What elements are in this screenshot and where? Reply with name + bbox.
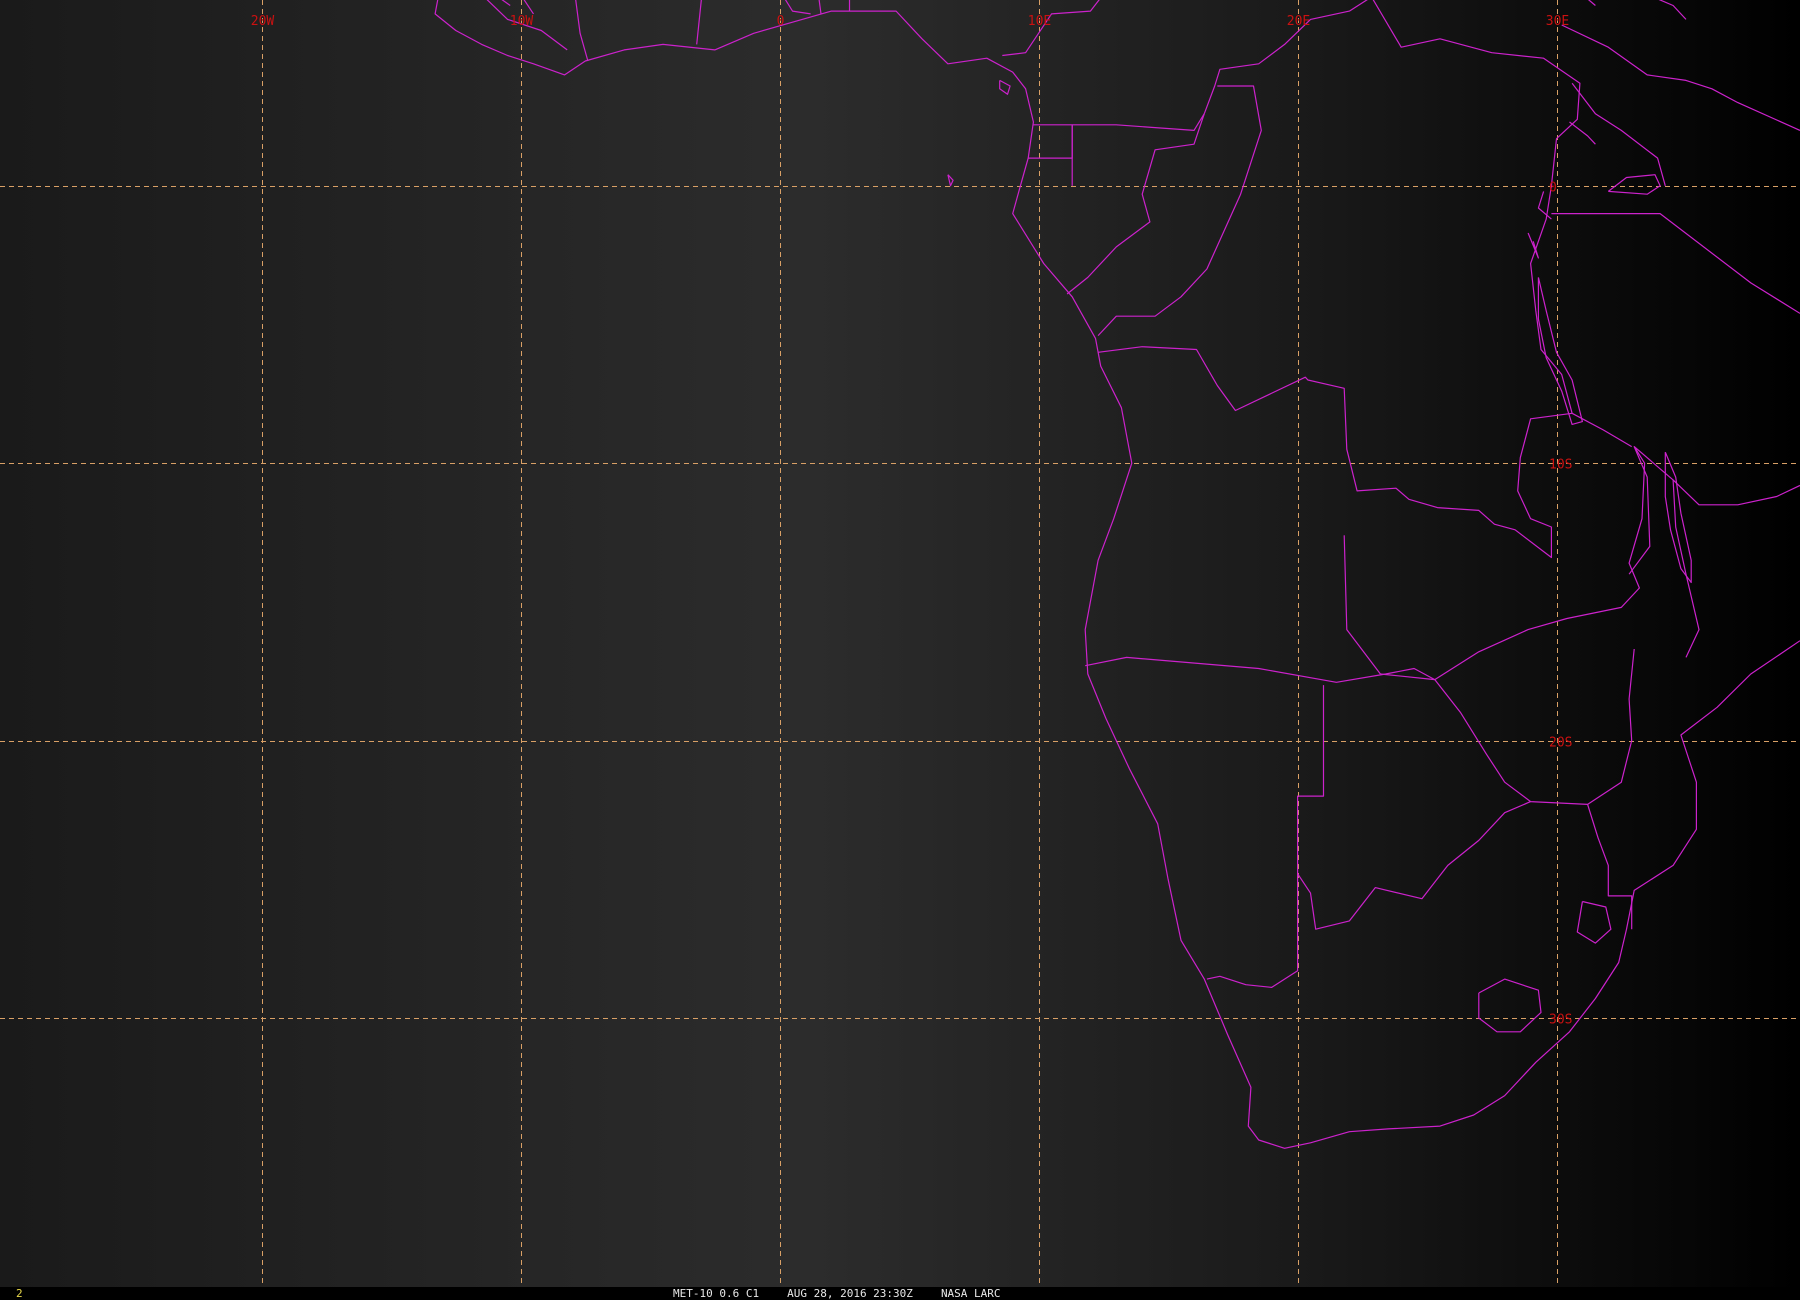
longitude-label: 20E <box>1287 14 1310 29</box>
image-caption: MET-10 0.6 C1 AUG 28, 2016 23:30Z NASA LAR… <box>673 1287 1029 1300</box>
satellite-channel: MET-10 0.6 C1 <box>673 1287 760 1300</box>
latitude-label: 20S <box>1549 736 1572 751</box>
latitude-label: 30S <box>1549 1013 1572 1028</box>
satellite-image-viewer: 20W 10W 0 10E 20E 30E 0 10S 20S 30S 2 MET-10 0.6 … <box>0 0 1800 1300</box>
satellite-imagery-background <box>0 0 1800 1300</box>
latitude-label: 0 <box>1549 181 1557 196</box>
longitude-label: 10W <box>510 14 534 29</box>
image-datetime: AUG 28, 2016 23:30Z <box>787 1287 913 1300</box>
data-source: NASA LARC <box>940 1287 1001 1300</box>
status-bar: 2 MET-10 0.6 C1 AUG 28, 2016 23:30Z NASA L… <box>0 1287 1800 1300</box>
satellite-map: 20W 10W 0 10E 20E 30E 0 10S 20S 30S <box>0 0 1800 1300</box>
longitude-label: 0 <box>777 14 785 29</box>
latitude-label: 10S <box>1549 458 1572 473</box>
longitude-label: 30E <box>1546 14 1569 29</box>
frame-number: 2 <box>16 1287 23 1300</box>
longitude-label: 10E <box>1028 14 1051 29</box>
longitude-label: 20W <box>251 14 275 29</box>
